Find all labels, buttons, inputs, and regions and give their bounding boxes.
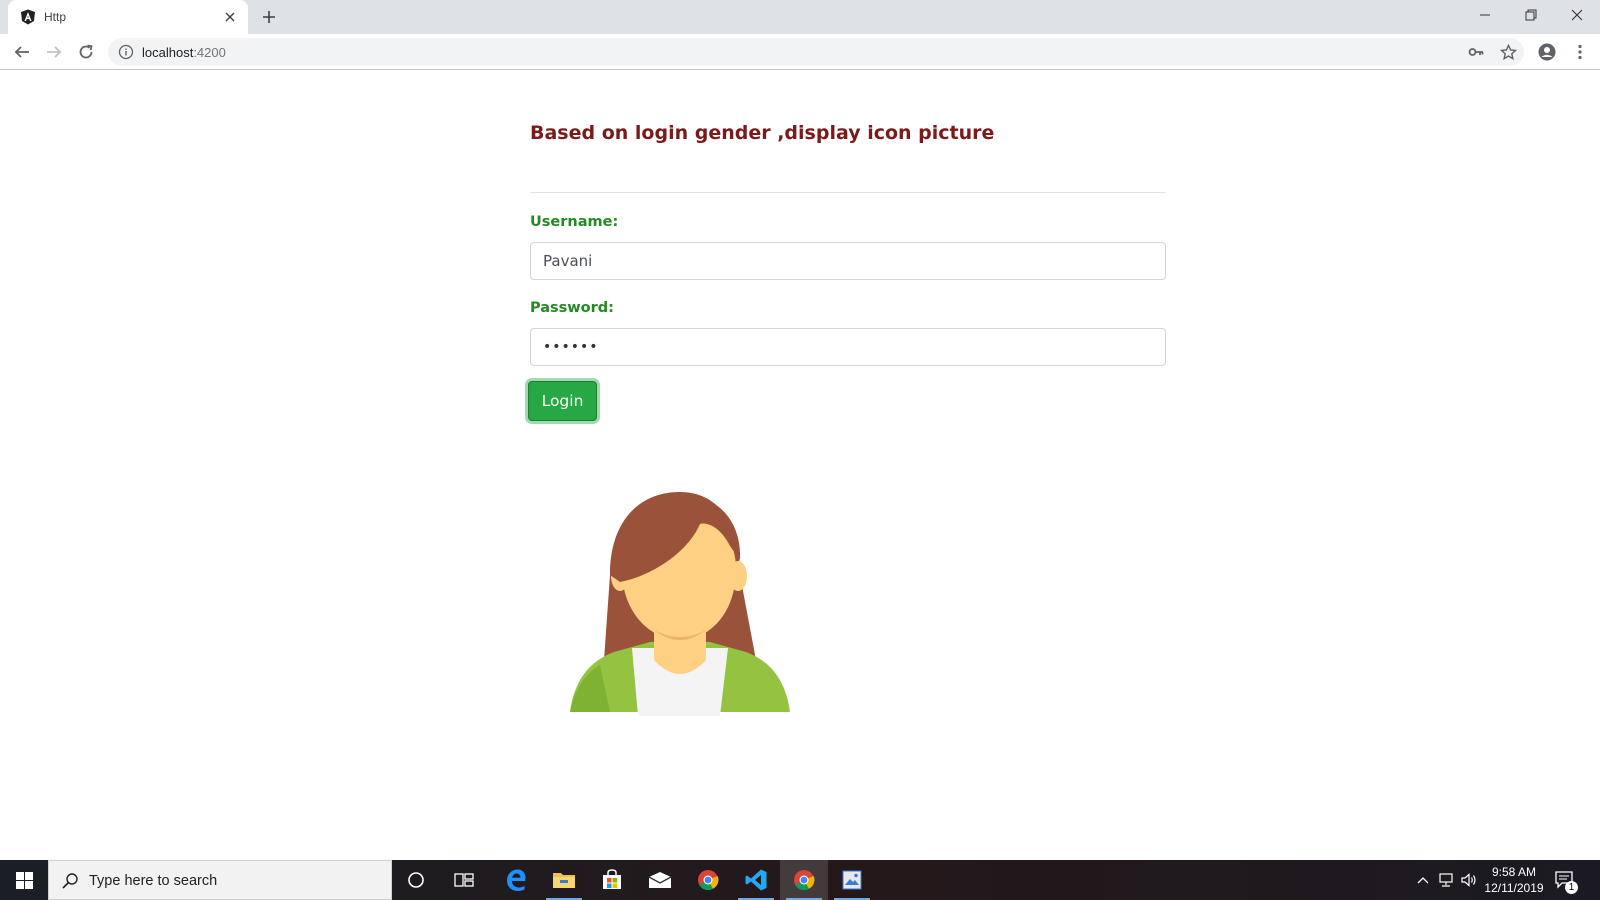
network-icon[interactable]	[1437, 871, 1455, 889]
menu-dots-icon[interactable]	[1570, 42, 1590, 62]
chrome-active-icon[interactable]	[780, 860, 828, 900]
username-label: Username:	[530, 214, 619, 230]
cortana-icon[interactable]	[392, 860, 440, 900]
url-port: :4200	[193, 45, 226, 60]
password-key-icon[interactable]	[1466, 42, 1486, 62]
restore-icon[interactable]	[1508, 0, 1554, 30]
search-placeholder: Type here to search	[89, 873, 218, 889]
password-label: Password:	[530, 300, 614, 316]
bookmark-star-icon[interactable]	[1498, 42, 1518, 62]
url-host: localhost	[142, 45, 194, 60]
notification-center-icon[interactable]: 1	[1554, 870, 1578, 894]
forward-arrow-icon[interactable]	[44, 42, 64, 62]
back-arrow-icon[interactable]	[12, 42, 32, 62]
browser-toolbar: localhost:4200	[0, 34, 1600, 70]
taskbar-search-box[interactable]: Type here to search	[48, 860, 392, 900]
minimize-icon[interactable]	[1462, 0, 1508, 30]
divider	[530, 192, 1166, 193]
task-view-icon[interactable]	[440, 860, 488, 900]
url-text: localhost:4200	[142, 45, 226, 60]
tab-strip: Http	[0, 0, 1600, 34]
notification-count: 1	[1565, 881, 1578, 894]
file-explorer-icon[interactable]	[540, 860, 588, 900]
windows-taskbar: Type here to search 9:58 AM 12/11/2019 1	[0, 860, 1600, 900]
browser-tab[interactable]: Http	[8, 0, 248, 34]
reload-icon[interactable]	[76, 42, 96, 62]
tab-close-icon[interactable]	[222, 9, 238, 25]
system-clock[interactable]: 9:58 AM 12/11/2019	[1478, 864, 1550, 896]
address-bar[interactable]: localhost:4200	[108, 38, 1524, 66]
photos-app-icon[interactable]	[828, 860, 876, 900]
profile-avatar-icon[interactable]	[1537, 42, 1557, 62]
chrome-icon[interactable]	[684, 860, 732, 900]
page-title: Based on login gender ,display icon pict…	[530, 122, 995, 144]
new-tab-icon[interactable]	[260, 8, 278, 26]
edge-icon[interactable]	[492, 860, 540, 900]
login-button[interactable]: Login	[528, 381, 597, 421]
close-window-icon[interactable]	[1554, 0, 1600, 30]
site-info-icon[interactable]	[118, 44, 134, 60]
tab-title: Http	[44, 10, 67, 24]
windows-start-icon[interactable]	[0, 860, 48, 900]
username-input[interactable]: Pavani	[530, 242, 1166, 280]
vscode-icon[interactable]	[732, 860, 780, 900]
search-icon	[62, 873, 78, 889]
volume-icon[interactable]	[1460, 871, 1478, 889]
store-icon[interactable]	[588, 860, 636, 900]
angular-favicon-icon	[21, 9, 35, 25]
female-avatar-icon	[570, 492, 790, 716]
mail-icon[interactable]	[636, 860, 684, 900]
username-value: Pavani	[543, 252, 593, 270]
password-value: ••••••	[543, 339, 599, 355]
password-input[interactable]: ••••••	[530, 328, 1166, 366]
clock-date: 12/11/2019	[1484, 881, 1544, 895]
show-hidden-icons-icon[interactable]	[1414, 871, 1432, 889]
clock-time: 9:58 AM	[1491, 865, 1537, 879]
